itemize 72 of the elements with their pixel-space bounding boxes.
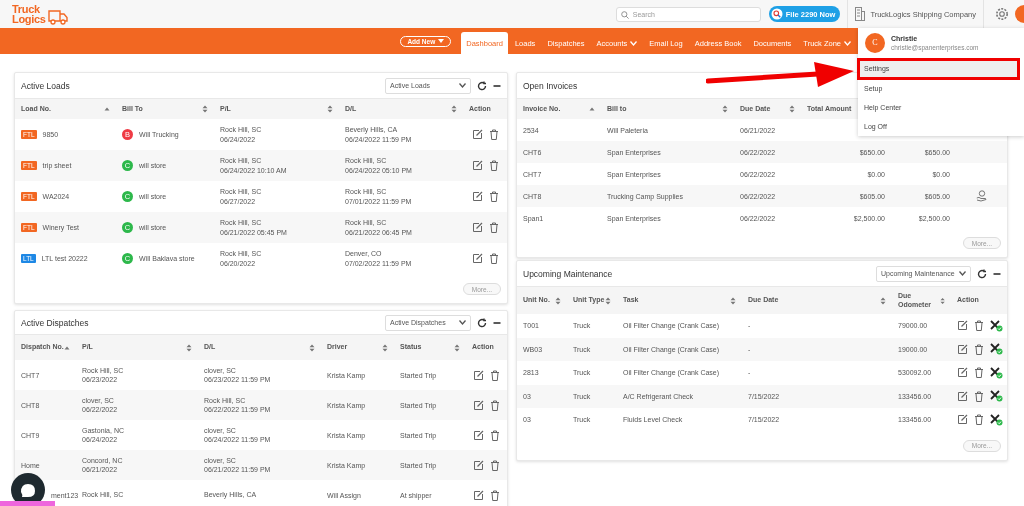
sort-ascending-icon[interactable] — [104, 107, 110, 111]
building-icon — [855, 7, 866, 21]
wrench-check-icon[interactable] — [990, 390, 1003, 403]
sort-icon[interactable] — [722, 105, 728, 113]
edit-icon[interactable] — [471, 222, 483, 233]
trash-icon[interactable] — [974, 367, 984, 379]
trash-icon[interactable] — [488, 253, 499, 264]
edit-icon[interactable] — [471, 253, 483, 264]
trash-icon[interactable] — [490, 459, 500, 471]
edit-icon[interactable] — [473, 399, 484, 411]
trash-icon[interactable] — [488, 222, 499, 233]
sort-icon[interactable] — [605, 296, 611, 305]
caret-icon — [438, 39, 445, 43]
sort-icon[interactable] — [939, 296, 945, 305]
avatar[interactable] — [1015, 5, 1024, 23]
trash-icon[interactable] — [974, 320, 984, 332]
caret-icon — [459, 320, 466, 325]
refresh-icon[interactable] — [977, 268, 987, 279]
card-title: Active Dispatches — [21, 317, 89, 328]
trash-icon[interactable] — [490, 399, 500, 411]
trash-icon[interactable] — [974, 414, 984, 426]
edit-icon[interactable] — [957, 390, 968, 402]
sort-icon[interactable] — [202, 105, 208, 113]
user-avatar: C — [865, 32, 885, 53]
edit-icon[interactable] — [471, 160, 483, 171]
sort-icon[interactable] — [454, 343, 460, 352]
edit-icon[interactable] — [473, 369, 484, 381]
wrench-check-icon[interactable] — [990, 366, 1003, 379]
truck-outline-icon — [47, 9, 68, 25]
edit-icon[interactable] — [471, 191, 483, 202]
settings-icon[interactable] — [995, 7, 1009, 21]
sort-icon[interactable] — [382, 343, 388, 352]
trash-icon[interactable] — [490, 369, 500, 381]
hand-coin-icon[interactable] — [976, 190, 987, 202]
sort-icon[interactable] — [309, 343, 315, 352]
wrench-check-icon[interactable] — [990, 343, 1003, 356]
edit-icon[interactable] — [957, 367, 968, 379]
edit-icon[interactable] — [957, 343, 968, 355]
magnifier-logo-icon — [770, 8, 783, 20]
wrench-check-icon[interactable] — [990, 319, 1003, 332]
refresh-icon[interactable] — [477, 317, 487, 328]
sort-icon[interactable] — [327, 105, 333, 113]
sort-ascending-icon[interactable] — [589, 107, 595, 111]
search-icon — [620, 10, 629, 19]
card-title: Active Loads — [21, 80, 70, 91]
trash-icon[interactable] — [488, 191, 499, 202]
trash-icon[interactable] — [488, 160, 499, 171]
trash-icon[interactable] — [974, 390, 984, 402]
edit-icon[interactable] — [957, 320, 968, 332]
trash-icon[interactable] — [490, 429, 500, 441]
sort-ascending-icon[interactable] — [64, 345, 70, 350]
trash-icon[interactable] — [974, 343, 984, 355]
wrench-check-icon[interactable] — [990, 413, 1003, 426]
sort-icon[interactable] — [789, 105, 795, 113]
edit-icon[interactable] — [473, 459, 484, 471]
sort-icon[interactable] — [451, 105, 457, 113]
sort-icon[interactable] — [186, 343, 192, 352]
edit-icon[interactable] — [473, 429, 484, 441]
sort-icon[interactable] — [880, 296, 886, 305]
trash-icon[interactable] — [488, 129, 499, 140]
sort-icon[interactable] — [555, 296, 561, 305]
card-title: Upcoming Maintenance — [523, 268, 613, 279]
edit-icon[interactable] — [473, 489, 484, 501]
edit-icon[interactable] — [471, 129, 483, 140]
sort-icon[interactable] — [730, 296, 736, 305]
caret-icon — [959, 271, 966, 276]
caret-icon — [459, 83, 466, 88]
refresh-icon[interactable] — [477, 80, 487, 91]
edit-icon[interactable] — [957, 414, 968, 426]
trash-icon[interactable] — [490, 489, 500, 501]
card-title: Open Invoices — [523, 80, 578, 91]
status-strip — [0, 501, 55, 506]
